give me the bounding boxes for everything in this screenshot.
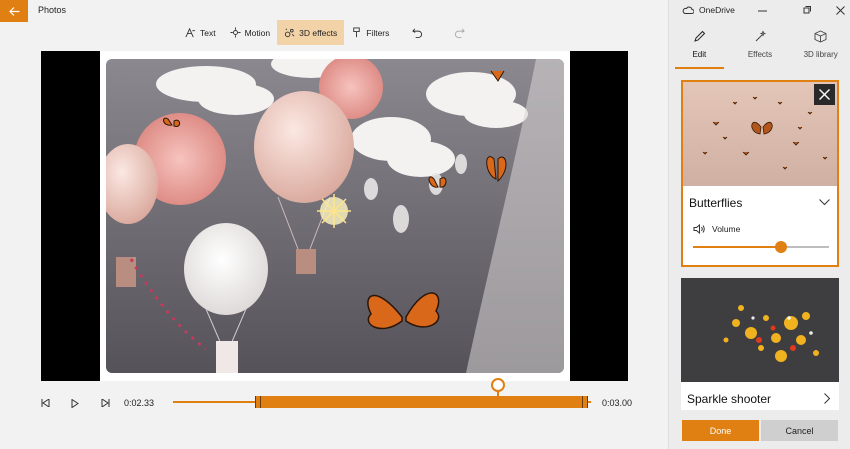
current-time: 0:02.33 xyxy=(124,398,155,408)
volume-slider[interactable] xyxy=(693,241,829,253)
chevron-down-icon[interactable] xyxy=(819,199,830,206)
text-icon xyxy=(185,27,196,38)
effect-name-butterflies: Butterflies xyxy=(689,196,743,210)
tab-3d-library[interactable]: 3D library xyxy=(790,26,850,69)
effects-panel: OneDrive Edit Effects 3D library Butterf… xyxy=(668,0,850,449)
cube-icon xyxy=(814,30,827,43)
play-button[interactable] xyxy=(69,397,81,409)
photos-app: Photos Text Motion 3D effects Filters 0:… xyxy=(0,0,850,449)
volume-label: Volume xyxy=(712,224,741,234)
tab-3d-library-label: 3D library xyxy=(803,50,838,59)
filters-tool-label: Filters xyxy=(366,27,390,38)
close-icon xyxy=(819,89,830,100)
undo-icon xyxy=(412,28,422,38)
end-time: 0:03.00 xyxy=(602,398,633,408)
photo-frame xyxy=(100,51,570,381)
3d-effects-icon xyxy=(285,28,295,38)
previous-frame-button[interactable] xyxy=(39,397,51,409)
skip-forward-icon xyxy=(101,399,109,407)
filters-icon xyxy=(353,27,360,38)
cloud-icon xyxy=(682,6,694,14)
butterflies-thumbnail xyxy=(683,82,837,186)
motion-tool-label: Motion xyxy=(244,27,271,38)
speaker-icon xyxy=(693,224,705,234)
text-tool-label: Text xyxy=(200,27,216,38)
3d-effects-tool-label: 3D effects xyxy=(299,27,338,38)
playhead-handle[interactable] xyxy=(491,378,505,392)
redo-button[interactable] xyxy=(438,20,480,45)
playhead-line xyxy=(497,391,499,408)
tab-edit-label: Edit xyxy=(692,50,707,59)
tab-edit[interactable]: Edit xyxy=(669,26,730,69)
maximize-button[interactable] xyxy=(800,3,814,17)
panel-title-bar: OneDrive xyxy=(669,0,850,22)
done-button[interactable]: Done xyxy=(682,420,759,441)
text-tool-button[interactable]: Text xyxy=(178,20,223,45)
range-start-handle[interactable] xyxy=(255,396,261,408)
effect-card-butterflies[interactable]: Butterflies Volume xyxy=(681,80,839,267)
app-title: Photos xyxy=(38,5,67,15)
motion-tool-button[interactable]: Motion xyxy=(223,20,278,45)
playback-bar: 0:02.33 0:03.00 xyxy=(0,378,668,423)
filters-tool-button[interactable]: Filters xyxy=(344,20,396,45)
title-bar: Photos xyxy=(0,0,668,22)
3d-effects-tool-button[interactable]: 3D effects xyxy=(277,20,345,45)
toolbar: Text Motion 3D effects Filters xyxy=(178,20,480,45)
back-arrow-icon xyxy=(8,6,19,16)
close-icon xyxy=(835,5,845,15)
volume-slider-thumb[interactable] xyxy=(775,241,788,253)
pencil-icon xyxy=(694,30,706,42)
effect-name-sparkle-shooter: Sparkle shooter xyxy=(687,392,772,406)
minimize-icon xyxy=(757,10,767,11)
range-end-handle[interactable] xyxy=(582,396,588,408)
preview-scene xyxy=(106,59,564,373)
back-button[interactable] xyxy=(0,0,28,22)
effect-range[interactable] xyxy=(258,396,588,408)
tab-effects-label: Effects xyxy=(747,50,773,59)
effect-card-sparkle-shooter[interactable]: Sparkle shooter xyxy=(681,278,839,410)
volume-row: Volume xyxy=(693,224,740,234)
sparkle-shooter-thumbnail xyxy=(681,278,839,382)
minimize-button[interactable] xyxy=(755,3,769,17)
cancel-button[interactable]: Cancel xyxy=(761,420,838,441)
maximize-icon xyxy=(803,6,811,14)
play-icon xyxy=(71,398,79,408)
undo-button[interactable] xyxy=(396,20,438,45)
chevron-right-icon[interactable] xyxy=(824,393,831,404)
effects-wand-icon xyxy=(755,30,766,42)
account-label: OneDrive xyxy=(699,5,735,15)
editor-area: Photos Text Motion 3D effects Filters 0:… xyxy=(0,0,668,449)
remove-effect-button[interactable] xyxy=(814,84,835,105)
volume-slider-fill xyxy=(693,246,782,248)
panel-tabs: Edit Effects 3D library xyxy=(669,26,850,69)
next-frame-button[interactable] xyxy=(99,397,111,409)
skip-back-icon xyxy=(41,399,49,407)
motion-icon xyxy=(230,27,241,38)
close-window-button[interactable] xyxy=(833,3,847,17)
video-stage[interactable] xyxy=(41,51,628,381)
tab-effects[interactable]: Effects xyxy=(730,26,791,69)
preview-image xyxy=(106,59,564,373)
sparkle-preview xyxy=(681,278,839,382)
redo-icon xyxy=(454,28,465,38)
